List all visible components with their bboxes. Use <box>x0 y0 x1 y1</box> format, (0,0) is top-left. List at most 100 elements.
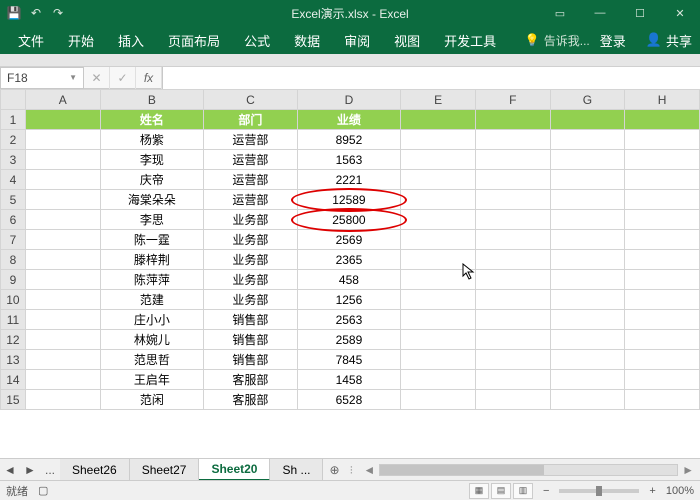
row-header[interactable]: 3 <box>1 150 26 170</box>
ribbon-options-icon[interactable]: ▭ <box>540 0 580 26</box>
cell-B5[interactable]: 海棠朵朵 <box>100 190 204 210</box>
cell-D4[interactable]: 2221 <box>297 170 401 190</box>
scroll-left-icon[interactable]: ◄ <box>363 463 375 477</box>
row-header[interactable]: 5 <box>1 190 26 210</box>
cell-B13[interactable]: 范思哲 <box>100 350 204 370</box>
cell-C1[interactable]: 部门 <box>204 110 297 130</box>
cell-D15[interactable]: 6528 <box>297 390 401 410</box>
row-header[interactable]: 9 <box>1 270 26 290</box>
cell-D2[interactable]: 8952 <box>297 130 401 150</box>
horizontal-scrollbar[interactable]: ◄ ► <box>357 463 700 477</box>
row-header[interactable]: 8 <box>1 250 26 270</box>
col-header-H[interactable]: H <box>625 90 700 110</box>
row-header[interactable]: 10 <box>1 290 26 310</box>
row-header[interactable]: 1 <box>1 110 26 130</box>
row-header[interactable]: 2 <box>1 130 26 150</box>
cell-D13[interactable]: 7845 <box>297 350 401 370</box>
add-sheet-button[interactable]: ⊕ <box>323 463 345 477</box>
share-button[interactable]: 👤共享 <box>636 31 692 50</box>
macro-record-icon[interactable]: ▢ <box>38 484 48 497</box>
cell-D1[interactable]: 业绩 <box>297 110 401 130</box>
scroll-right-icon[interactable]: ► <box>682 463 694 477</box>
cell-B15[interactable]: 范闲 <box>100 390 204 410</box>
sheet-nav-more[interactable]: ... <box>40 463 60 477</box>
tab-view[interactable]: 视图 <box>384 26 430 54</box>
cell-B10[interactable]: 范建 <box>100 290 204 310</box>
row-header[interactable]: 12 <box>1 330 26 350</box>
cell-C2[interactable]: 运营部 <box>204 130 297 150</box>
zoom-in-button[interactable]: + <box>649 485 655 497</box>
view-layout-icon[interactable]: ▤ <box>491 483 511 499</box>
tab-data[interactable]: 数据 <box>284 26 330 54</box>
sheet-nav-prev[interactable]: ◄ <box>0 463 20 477</box>
cell-B3[interactable]: 李现 <box>100 150 204 170</box>
row-header[interactable]: 6 <box>1 210 26 230</box>
cell-D12[interactable]: 2589 <box>297 330 401 350</box>
maximize-icon[interactable]: ☐ <box>620 0 660 26</box>
confirm-formula-icon[interactable]: ✓ <box>110 67 136 89</box>
col-header-E[interactable]: E <box>401 90 476 110</box>
cancel-formula-icon[interactable]: ✕ <box>84 67 110 89</box>
cell-B6[interactable]: 李思 <box>100 210 204 230</box>
cell-C14[interactable]: 客服部 <box>204 370 297 390</box>
cell-B1[interactable]: 姓名 <box>100 110 204 130</box>
cell-B7[interactable]: 陈一霆 <box>100 230 204 250</box>
cell-C8[interactable]: 业务部 <box>204 250 297 270</box>
formula-input[interactable] <box>162 67 700 89</box>
cell-D7[interactable]: 2569 <box>297 230 401 250</box>
col-header-A[interactable]: A <box>25 90 100 110</box>
select-all[interactable] <box>1 90 26 110</box>
tab-file[interactable]: 文件 <box>8 26 54 54</box>
sheet-tab[interactable]: Sheet20 <box>199 459 270 481</box>
close-icon[interactable]: ✕ <box>660 0 700 26</box>
cell-B4[interactable]: 庆帝 <box>100 170 204 190</box>
quicksave-icon[interactable]: 💾 <box>6 5 22 21</box>
cell-C15[interactable]: 客服部 <box>204 390 297 410</box>
cell-D6[interactable]: 25800 <box>297 210 401 230</box>
sheet-nav-next[interactable]: ► <box>20 463 40 477</box>
scroll-thumb[interactable] <box>380 465 543 475</box>
cell-D14[interactable]: 1458 <box>297 370 401 390</box>
undo-icon[interactable]: ↶ <box>28 5 44 21</box>
sheet-tab[interactable]: Sheet27 <box>130 459 200 481</box>
sheet-tab[interactable]: Sheet26 <box>60 459 130 481</box>
cell-C6[interactable]: 业务部 <box>204 210 297 230</box>
view-pagebreak-icon[interactable]: ▥ <box>513 483 533 499</box>
tab-layout[interactable]: 页面布局 <box>158 26 230 54</box>
cell-C13[interactable]: 销售部 <box>204 350 297 370</box>
zoom-out-button[interactable]: − <box>543 485 549 497</box>
col-header-B[interactable]: B <box>100 90 204 110</box>
row-header[interactable]: 11 <box>1 310 26 330</box>
tab-dev[interactable]: 开发工具 <box>434 26 506 54</box>
row-header[interactable]: 13 <box>1 350 26 370</box>
cell-B2[interactable]: 杨紫 <box>100 130 204 150</box>
cell-C11[interactable]: 销售部 <box>204 310 297 330</box>
cell-B8[interactable]: 滕梓荆 <box>100 250 204 270</box>
cell-D10[interactable]: 1256 <box>297 290 401 310</box>
row-header[interactable]: 7 <box>1 230 26 250</box>
cell-B14[interactable]: 王启年 <box>100 370 204 390</box>
row-header[interactable]: 4 <box>1 170 26 190</box>
chevron-down-icon[interactable]: ▼ <box>69 73 77 82</box>
zoom-slider[interactable] <box>559 489 639 493</box>
cell-D9[interactable]: 458 <box>297 270 401 290</box>
cell-D8[interactable]: 2365 <box>297 250 401 270</box>
col-header-F[interactable]: F <box>475 90 550 110</box>
row-header[interactable]: 15 <box>1 390 26 410</box>
cell-D5[interactable]: 12589 <box>297 190 401 210</box>
cell-B12[interactable]: 林婉儿 <box>100 330 204 350</box>
tab-home[interactable]: 开始 <box>58 26 104 54</box>
cell-C12[interactable]: 销售部 <box>204 330 297 350</box>
fx-icon[interactable]: fx <box>136 67 162 89</box>
cell-C3[interactable]: 运营部 <box>204 150 297 170</box>
cell-C7[interactable]: 业务部 <box>204 230 297 250</box>
cell-C4[interactable]: 运营部 <box>204 170 297 190</box>
cell-D11[interactable]: 2563 <box>297 310 401 330</box>
view-normal-icon[interactable]: ▦ <box>469 483 489 499</box>
sheet-tab[interactable]: Sh ... <box>270 459 323 481</box>
tab-insert[interactable]: 插入 <box>108 26 154 54</box>
login-button[interactable]: 登录 <box>594 26 632 54</box>
tab-formula[interactable]: 公式 <box>234 26 280 54</box>
col-header-C[interactable]: C <box>204 90 297 110</box>
minimize-icon[interactable]: — <box>580 0 620 26</box>
